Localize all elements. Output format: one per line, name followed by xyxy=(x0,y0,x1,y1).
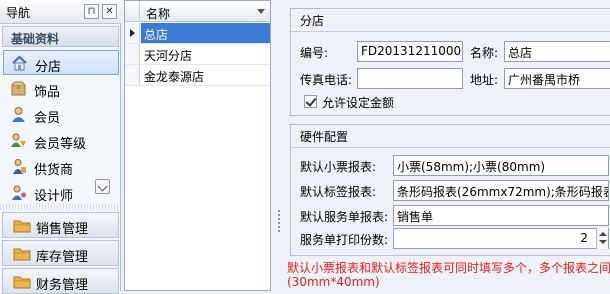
nav-item-label: 会员 xyxy=(34,111,61,126)
table-row[interactable]: 金龙泰源店 xyxy=(125,65,270,86)
nav-header: 导航 ⊓ ✕ xyxy=(0,0,121,24)
store-name-cell: 天河分店 xyxy=(144,49,193,63)
group-title: 分店 xyxy=(300,14,325,28)
nav-title: 导航 xyxy=(6,6,31,20)
nav-item-label: 饰品 xyxy=(34,85,61,100)
section-label: 财务管理 xyxy=(36,278,89,293)
report-hint-line-2: (30mm*40mm) xyxy=(287,275,380,289)
section-inventory-management[interactable]: 库存管理 xyxy=(2,240,119,266)
nav-item-member[interactable]: 会员 xyxy=(3,102,119,127)
store-list-grid: 名称 总店 天河分店 金龙泰源店 xyxy=(124,0,271,291)
nav-item-store[interactable]: 分店 xyxy=(3,50,119,75)
section-label: 库存管理 xyxy=(36,250,89,265)
receipt-report-label: 默认小票报表: xyxy=(300,160,377,174)
store-detail-panel: 分店 编号: FD201312110001 名称: 总店 传真电话: 地址: 广… xyxy=(287,0,610,291)
column-header-name[interactable]: 名称 xyxy=(146,5,170,22)
nav-item-member-level[interactable]: 会员等级 xyxy=(3,128,119,153)
address-label: 地址: xyxy=(470,73,499,87)
folder-icon xyxy=(13,248,31,261)
divider xyxy=(291,147,610,148)
row-indicator xyxy=(125,23,140,43)
group-title: 基础资料 xyxy=(11,32,60,46)
grid-header: 名称 xyxy=(125,1,270,22)
table-row[interactable]: 天河分店 xyxy=(125,44,270,65)
member-icon xyxy=(12,107,25,122)
designer-icon xyxy=(12,185,26,200)
name-label: 名称: xyxy=(470,46,499,60)
current-row-arrow-icon xyxy=(130,29,135,37)
fax-label: 传真电话: xyxy=(300,73,353,87)
group-basic-data-header[interactable]: 基础资料 xyxy=(2,26,119,47)
fax-field[interactable] xyxy=(357,68,463,89)
store-info-group: 分店 编号: FD201312110001 名称: 总店 传真电话: 地址: 广… xyxy=(290,8,610,116)
hardware-config-group: 硬件配置 默认小票报表: 小票(58mm);小票(80mm) 默认标签报表: 条… xyxy=(290,124,610,256)
print-copies-label: 服务单打印份数: xyxy=(300,233,389,247)
folder-icon xyxy=(13,276,31,289)
close-nav-button[interactable]: ✕ xyxy=(102,4,117,19)
pin-button[interactable]: ⊓ xyxy=(84,4,99,19)
spin-up-icon[interactable] xyxy=(599,232,607,236)
row-indicator xyxy=(125,44,140,64)
member-level-icon xyxy=(11,133,26,147)
report-hint-line-1: 默认小票报表和默认标签报表可同时填写多个，多个报表之间 xyxy=(287,261,610,275)
row-indicator xyxy=(125,65,140,85)
table-row[interactable]: 总店 xyxy=(125,23,270,44)
copies-spin-buttons[interactable] xyxy=(596,228,608,249)
allow-amount-label[interactable]: 允许设定金额 xyxy=(322,94,394,111)
nav-item-label: 分店 xyxy=(35,60,62,75)
package-icon xyxy=(11,81,26,96)
report-hint-text: 默认小票报表和默认标签报表可同时填写多个，多个报表之间 (30mm*40mm) xyxy=(287,261,610,289)
name-field[interactable]: 总店 xyxy=(504,41,610,62)
group-title: 硬件配置 xyxy=(300,130,349,144)
sort-arrow-icon[interactable] xyxy=(257,9,265,14)
chevron-down-icon[interactable] xyxy=(95,179,110,194)
divider xyxy=(291,31,610,32)
nav-item-label: 供货商 xyxy=(34,163,74,178)
navigation-pane: 导航 ⊓ ✕ 基础资料 分店 饰品 会员 会员等级 供货商 设计师 销售管理 库… xyxy=(0,0,121,294)
spin-down-icon[interactable] xyxy=(599,240,607,244)
store-name-cell: 总店 xyxy=(144,28,169,42)
service-report-label: 默认服务单报表: xyxy=(300,210,389,224)
panel-splitter[interactable] xyxy=(274,0,284,291)
tag-report-field[interactable]: 条形码报表(26mmx72mm);条形码报表 xyxy=(393,180,609,201)
section-sales-management[interactable]: 销售管理 xyxy=(2,212,119,238)
nav-splitter[interactable] xyxy=(0,204,121,210)
tag-report-label: 默认标签报表: xyxy=(300,185,377,199)
supplier-icon xyxy=(13,159,26,174)
address-field[interactable]: 广州番禺市桥 xyxy=(504,68,610,89)
nav-item-label: 会员等级 xyxy=(34,137,87,152)
home-icon xyxy=(12,55,27,71)
nav-item-ornament[interactable]: 饰品 xyxy=(3,76,119,101)
nav-item-label: 设计师 xyxy=(34,189,74,204)
allow-amount-checkbox[interactable] xyxy=(304,95,317,108)
section-finance-management[interactable]: 财务管理 xyxy=(2,268,119,294)
service-report-field[interactable]: 销售单 xyxy=(393,205,609,226)
nav-item-supplier[interactable]: 供货商 xyxy=(3,154,119,179)
section-label: 销售管理 xyxy=(36,222,89,237)
print-copies-stepper[interactable]: 2 xyxy=(393,228,609,249)
store-name-cell: 金龙泰源店 xyxy=(144,70,205,84)
code-label: 编号: xyxy=(300,46,329,60)
receipt-report-field[interactable]: 小票(58mm);小票(80mm) xyxy=(393,155,609,176)
row-indicator-header xyxy=(125,1,140,22)
code-field[interactable]: FD201312110001 xyxy=(357,41,463,62)
folder-icon xyxy=(13,220,31,233)
